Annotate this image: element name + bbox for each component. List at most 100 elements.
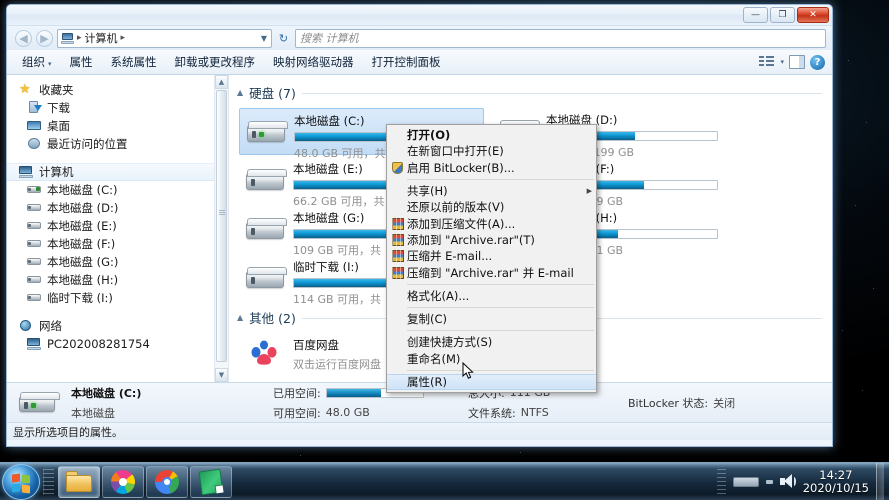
menu-icon-none <box>389 335 407 349</box>
sidebar-item-pc[interactable]: PC202008281754 <box>7 335 228 353</box>
clock-time: 14:27 <box>819 467 853 482</box>
sidebar-item-drive-d[interactable]: 本地磁盘 (D:) <box>7 199 228 217</box>
menu-item-label: 在新窗口中打开(E) <box>407 144 504 159</box>
minimize-button[interactable]: — <box>743 7 768 23</box>
taskbar-button-chrome[interactable] <box>146 465 188 498</box>
menu-item-restore-previous-versions[interactable]: 还原以前的版本(V) <box>387 199 596 215</box>
volume-icon[interactable] <box>779 474 796 489</box>
tray-grip[interactable] <box>716 468 726 495</box>
collapse-triangle-icon[interactable]: ▲ <box>237 313 243 322</box>
downloads-icon <box>27 101 42 115</box>
group-header-hdd[interactable]: ▲ 硬盘 (7) <box>229 75 832 104</box>
rar-icon <box>389 266 407 280</box>
menu-item-enable-bitlocker[interactable]: 启用 BitLocker(B)... <box>387 160 596 176</box>
taskbar-button-note-app[interactable] <box>190 465 232 498</box>
menu-item-compress-to-rar-and-email[interactable]: 压缩到 "Archive.rar" 并 E-mail <box>387 264 596 280</box>
menu-item-properties[interactable]: 属性(R) <box>387 373 596 391</box>
collapse-triangle-icon[interactable]: ▲ <box>237 88 243 97</box>
details-title: 本地磁盘 (C:) <box>71 386 142 400</box>
help-icon[interactable]: ? <box>810 54 825 70</box>
menu-item-label: 重命名(M) <box>407 351 461 366</box>
command-bar: 组织 ▾ 属性 系统属性 卸载或更改程序 映射网络驱动器 打开控制面板 ▾ ? <box>7 50 832 75</box>
toolbar-open-control-panel[interactable]: 打开控制面板 <box>363 51 450 73</box>
group-header-label: 其他 (2) <box>249 311 296 326</box>
folder-icon <box>66 471 92 492</box>
status-bar: 显示所选项目的属性。 <box>7 422 832 440</box>
sidebar-item-downloads[interactable]: 下载 <box>7 99 228 117</box>
menu-item-create-shortcut[interactable]: 创建快捷方式(S) <box>387 334 596 350</box>
breadcrumb-separator-2[interactable]: ▸ <box>120 33 127 43</box>
sidebar-item-favorites[interactable]: ★ 收藏夹 <box>7 81 228 99</box>
taskbar-grip[interactable] <box>43 468 54 495</box>
taskbar-clock[interactable]: 14:27 2020/10/15 <box>802 467 869 495</box>
scrollbar-grip <box>219 210 225 216</box>
toolbar-organize[interactable]: 组织 ▾ <box>13 51 61 73</box>
pinwheel-icon <box>111 469 135 494</box>
start-button[interactable] <box>2 463 40 500</box>
close-button[interactable]: ✕ <box>797 7 829 23</box>
show-desktop-button[interactable] <box>876 462 884 500</box>
recent-places-icon <box>27 137 42 151</box>
menu-separator <box>407 178 594 180</box>
menu-item-add-to-archive[interactable]: 添加到压缩文件(A)... <box>387 215 596 231</box>
hdd-icon <box>244 212 287 252</box>
menu-item-open[interactable]: 打开(O) <box>387 127 596 143</box>
change-view-icon[interactable] <box>759 55 775 69</box>
toolbar-uninstall-program[interactable]: 卸载或更改程序 <box>166 51 265 73</box>
scroll-up-arrow-icon[interactable]: ▲ <box>215 75 228 89</box>
refresh-icon[interactable]: ↻ <box>276 32 291 45</box>
tray-hidden-icons[interactable] <box>732 476 759 487</box>
menu-item-copy[interactable]: 复制(C) <box>387 311 596 327</box>
address-bar[interactable]: ▸ 计算机 ▸ ▼ <box>57 28 272 48</box>
toolbar-map-network-drive[interactable]: 映射网络驱动器 <box>264 51 363 73</box>
menu-item-open-new-window[interactable]: 在新窗口中打开(E) <box>387 143 596 159</box>
toolbar-system-properties[interactable]: 系统属性 <box>102 51 166 73</box>
menu-item-format[interactable]: 格式化(A)... <box>387 288 596 304</box>
taskbar: 14:27 2020/10/15 <box>0 462 889 500</box>
navigation-scrollbar[interactable]: ▲ ▼ <box>214 75 228 382</box>
title-bar[interactable]: — ❐ ✕ <box>7 5 832 26</box>
scroll-down-arrow-icon[interactable]: ▼ <box>215 368 228 382</box>
maximize-button[interactable]: ❐ <box>770 7 795 23</box>
sidebar-item-recent-places[interactable]: 最近访问的位置 <box>7 135 228 153</box>
details-free-label: 可用空间: <box>273 406 321 420</box>
preview-pane-icon[interactable] <box>789 55 805 69</box>
navigation-pane: ★ 收藏夹 下载 桌面 最近访问的位置 计算机 本地磁盘 (C:) 本地磁盘 (… <box>7 75 229 382</box>
menu-item-add-to-archive-rar[interactable]: 添加到 "Archive.rar"(T) <box>387 232 596 248</box>
taskbar-button-pinwheel-app[interactable] <box>102 465 144 498</box>
taskbar-button-explorer[interactable] <box>58 465 100 498</box>
scrollbar-thumb[interactable] <box>216 90 227 362</box>
back-button[interactable]: ◀ <box>15 29 32 47</box>
search-input[interactable]: 搜索 计算机 <box>295 28 826 48</box>
menu-item-compress-and-email[interactable]: 压缩并 E-mail... <box>387 248 596 264</box>
menu-separator <box>407 283 594 285</box>
sidebar-item-drive-c[interactable]: 本地磁盘 (C:) <box>7 181 228 199</box>
note-icon <box>198 468 224 495</box>
star-icon: ★ <box>19 82 31 97</box>
view-chevron-icon[interactable]: ▾ <box>780 58 784 66</box>
breadcrumb-computer[interactable]: 计算机 <box>85 30 118 46</box>
sidebar-item-computer[interactable]: 计算机 <box>7 163 228 181</box>
forward-button[interactable]: ▶ <box>36 29 53 47</box>
sidebar-item-drive-h[interactable]: 本地磁盘 (H:) <box>7 271 228 289</box>
sidebar-item-network[interactable]: 网络 <box>7 317 228 335</box>
menu-item-rename[interactable]: 重命名(M) <box>387 351 596 367</box>
menu-item-label: 共享(H) <box>407 184 448 199</box>
window-controls: — ❐ ✕ <box>743 7 829 23</box>
toolbar-properties[interactable]: 属性 <box>61 51 102 73</box>
sidebar-label: 本地磁盘 (D:) <box>47 201 119 215</box>
details-col-bitlocker: BitLocker 状态: 关闭 <box>628 385 735 421</box>
clock-date: 2020/10/15 <box>802 480 869 495</box>
menu-icon-none <box>389 128 407 142</box>
sidebar-item-desktop[interactable]: 桌面 <box>7 117 228 135</box>
address-dropdown-icon[interactable]: ▼ <box>261 34 269 43</box>
menu-icon-none <box>389 352 407 366</box>
menu-item-label: 打开(O) <box>407 128 451 143</box>
sidebar-item-drive-g[interactable]: 本地磁盘 (G:) <box>7 253 228 271</box>
hdd-icon <box>27 291 42 305</box>
sidebar-item-drive-e[interactable]: 本地磁盘 (E:) <box>7 217 228 235</box>
tray-icon[interactable] <box>765 479 773 484</box>
sidebar-item-drive-i[interactable]: 临时下载 (I:) <box>7 289 228 307</box>
sidebar-item-drive-f[interactable]: 本地磁盘 (F:) <box>7 235 228 253</box>
menu-item-share[interactable]: 共享(H) ▶ <box>387 183 596 199</box>
